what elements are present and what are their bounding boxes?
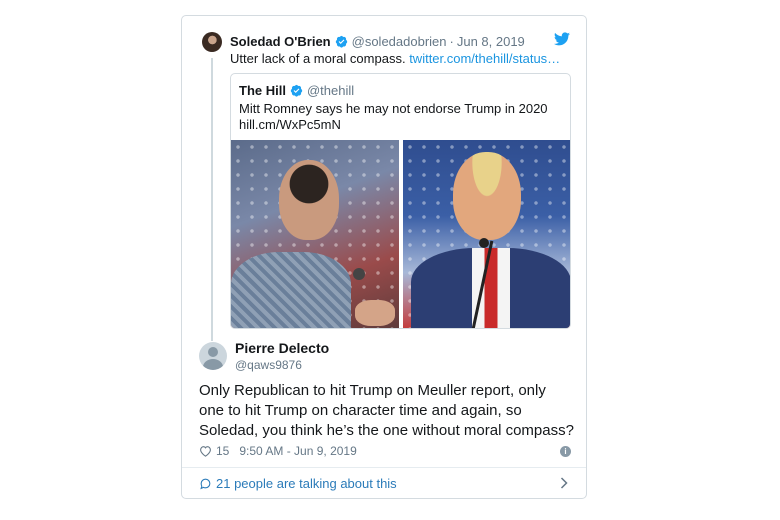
verified-badge-icon <box>290 84 303 97</box>
dot-separator: · <box>449 34 454 49</box>
quoted-tweet-text: Mitt Romney says he may not endorse Trum… <box>239 101 559 133</box>
verified-badge-icon <box>335 35 347 48</box>
microphone <box>478 238 489 248</box>
soledad-avatar[interactable] <box>202 32 222 52</box>
reply-author-name[interactable]: Pierre Delecto <box>235 340 329 356</box>
thread-connector <box>211 58 213 341</box>
parent-author-name[interactable]: Soledad O'Brien <box>230 34 331 49</box>
figure-shirt <box>231 252 351 328</box>
parent-tweet-text: Utter lack of a moral compass. twitter.c… <box>230 51 560 66</box>
parent-author-handle[interactable]: @soledadobrien <box>352 34 447 49</box>
talking-about-link[interactable]: 21 people are talking about this <box>199 476 397 491</box>
like-count[interactable]: 15 <box>216 444 229 458</box>
heart-icon[interactable] <box>199 445 212 457</box>
quoted-tweet-shortlink[interactable]: hill.cm/WxPc5mN <box>239 117 559 133</box>
parent-tweet-link[interactable]: twitter.com/thehill/status… <box>409 51 560 66</box>
quoted-tweet-headline: Mitt Romney says he may not endorse Trum… <box>239 101 548 116</box>
footer-divider <box>182 467 586 468</box>
figure-suit <box>410 248 570 328</box>
microphone <box>353 268 365 280</box>
quoted-tweet[interactable]: The Hill @thehill Mitt Romney says he ma… <box>230 73 571 329</box>
quoted-author-handle[interactable]: @thehill <box>307 83 354 98</box>
tweet-meta: 15 9:50 AM - Jun 9, 2019 i <box>199 444 571 458</box>
reply-author-handle[interactable]: @qaws9876 <box>235 358 302 372</box>
twitter-bird-icon[interactable] <box>554 32 570 46</box>
quoted-tweet-header: The Hill @thehill <box>239 83 354 98</box>
microphone-hand <box>355 300 395 326</box>
parent-tweet-header: Soledad O'Brien @soledadobrien · Jun 8, … <box>230 34 525 49</box>
info-icon[interactable]: i <box>560 445 571 457</box>
reply-timestamp[interactable]: 9:50 AM - Jun 9, 2019 <box>239 444 356 458</box>
reply-tweet-text: Only Republican to hit Trump on Meuller … <box>199 382 574 439</box>
parent-tweet-body: Utter lack of a moral compass. <box>230 51 406 66</box>
chevron-right-icon[interactable] <box>560 477 568 489</box>
trump-photo[interactable] <box>402 140 570 328</box>
quoted-author-name[interactable]: The Hill <box>239 83 286 98</box>
talking-about-label[interactable]: 21 people are talking about this <box>216 476 397 491</box>
embedded-tweet-card: Soledad O'Brien @soledadobrien · Jun 8, … <box>181 15 587 499</box>
figure-head <box>452 152 521 240</box>
figure-head <box>279 160 339 240</box>
pierre-avatar[interactable] <box>199 342 227 370</box>
romney-photo[interactable] <box>231 140 399 328</box>
speech-bubble-icon <box>200 478 211 490</box>
parent-tweet-date[interactable]: Jun 8, 2019 <box>457 34 525 49</box>
quoted-tweet-media[interactable] <box>231 140 570 328</box>
